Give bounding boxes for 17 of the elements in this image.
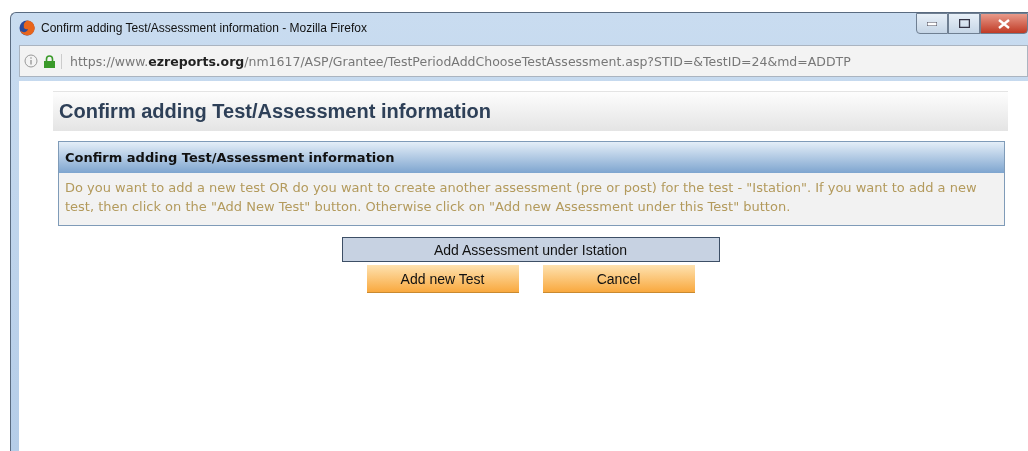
close-button[interactable] — [980, 13, 1028, 34]
minimize-button[interactable] — [916, 13, 948, 34]
address-bar[interactable]: https://www.ezreports.org/nm1617/ASP/Grantee/TestPeriodAddChooseTestAssessment.asp?STID=&TestID=24&md=ADDTP — [19, 45, 1028, 77]
panel-title: Confirm adding Test/Assessment information — [59, 142, 1004, 173]
close-icon — [998, 18, 1010, 29]
minimize-icon — [927, 21, 937, 26]
maximize-button[interactable] — [948, 13, 980, 34]
info-icon — [24, 54, 38, 68]
window-title: Confirm adding Test/Assessment information - Mozilla Firefox — [41, 21, 368, 35]
message-text: Do you want to add a new test OR do you want to create another assessment (pre or post) for the test - "Istation". If you want to add a new test, then click on the "Add New Test" button. Otherwise click on "Add new Assessment under this Test" button. — [64, 179, 978, 216]
maximize-icon — [958, 19, 970, 28]
add-assessment-button[interactable]: Add Assessment under Istation — [341, 237, 720, 262]
action-button[interactable]: Cancel — [542, 265, 695, 293]
action-button[interactable]: Add new Test — [366, 265, 519, 293]
lock-icon — [44, 54, 55, 68]
page-heading: Confirm adding Test/Assessment information — [53, 91, 1008, 131]
url-text: https://www.ezreports.org/nm1617/ASP/Grantee/TestPeriodAddChooseTestAssessment.asp?STID=&TestID=24&md=ADDTP — [61, 53, 851, 69]
